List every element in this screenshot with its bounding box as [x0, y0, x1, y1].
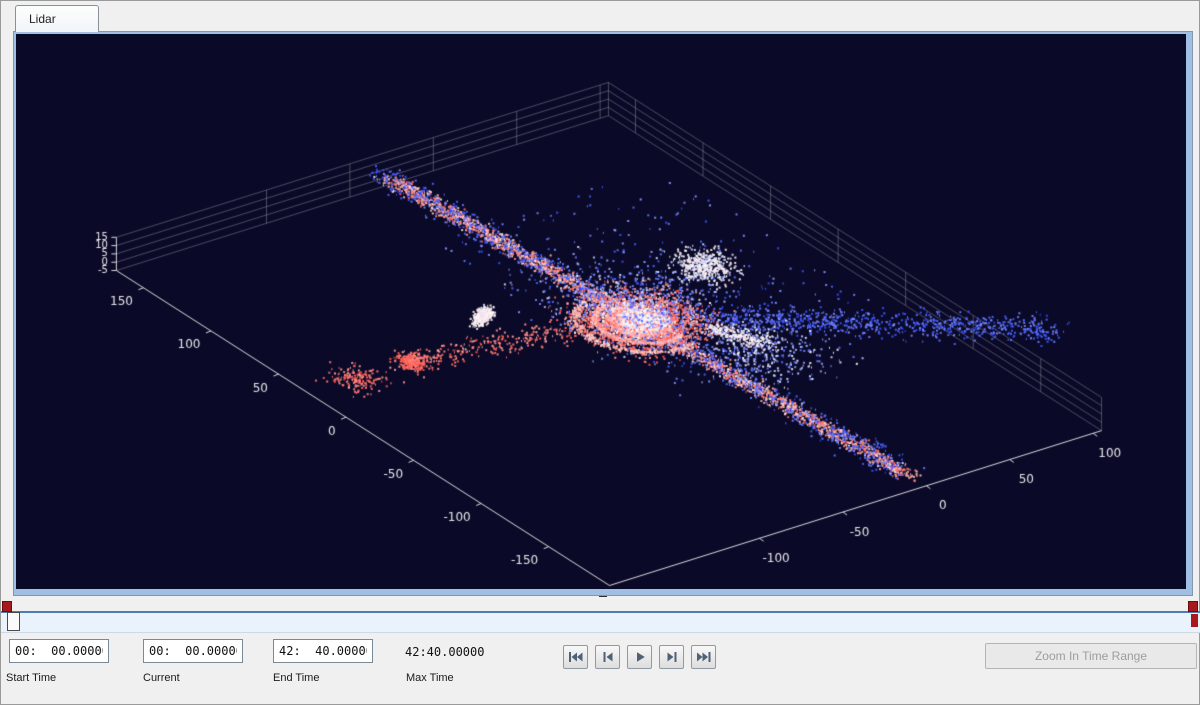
last-frame-button[interactable] — [691, 645, 716, 669]
end-time-label: End Time — [273, 672, 320, 684]
step-forward-button[interactable] — [659, 645, 684, 669]
end-time-input[interactable] — [273, 639, 373, 663]
first-frame-button[interactable] — [563, 645, 588, 669]
step-back-button[interactable] — [595, 645, 620, 669]
app-window: Lidar 42:40.00000 Start Time Current End… — [0, 0, 1200, 705]
range-end-marker[interactable] — [1188, 601, 1198, 612]
max-time-label: Max Time — [406, 672, 454, 684]
lidar-plot-panel — [13, 31, 1193, 596]
playback-controls — [563, 645, 716, 669]
lidar-pointcloud-canvas[interactable] — [16, 34, 1186, 589]
skip-to-start-icon — [568, 652, 582, 662]
start-time-label: Start Time — [6, 672, 57, 684]
start-time-input[interactable] — [9, 639, 109, 663]
range-end-handle[interactable] — [1191, 614, 1198, 627]
current-time-thumb[interactable] — [7, 612, 20, 631]
current-time-input[interactable] — [143, 639, 243, 663]
play-button[interactable] — [627, 645, 652, 669]
current-time-label: Current — [143, 672, 180, 684]
skip-to-end-icon — [696, 652, 710, 662]
timeline-track[interactable] — [1, 613, 1200, 633]
tab-lidar-label: Lidar — [29, 12, 56, 26]
tab-lidar[interactable]: Lidar — [15, 5, 99, 32]
zoom-in-time-range-button[interactable]: Zoom In Time Range — [985, 643, 1197, 669]
play-icon — [636, 652, 645, 662]
step-back-icon — [603, 652, 612, 662]
range-start-marker[interactable] — [2, 601, 12, 612]
max-time-value: 42:40.00000 — [405, 645, 485, 659]
step-forward-icon — [667, 652, 676, 662]
